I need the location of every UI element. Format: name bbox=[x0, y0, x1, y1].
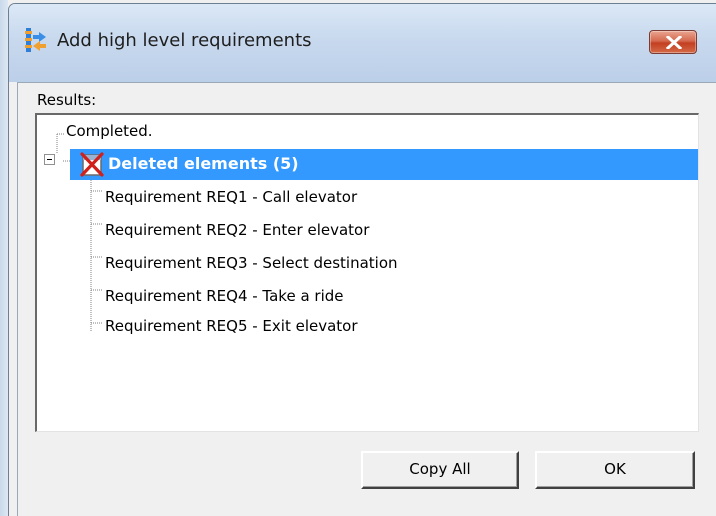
tree-item[interactable]: Requirement REQ4 - Take a ride bbox=[105, 286, 344, 306]
tree-item[interactable]: Requirement REQ1 - Call elevator bbox=[105, 187, 357, 207]
results-label: Results: bbox=[37, 91, 97, 109]
background-window-edge bbox=[0, 0, 8, 516]
ok-button[interactable]: OK bbox=[535, 451, 695, 489]
tree-item[interactable]: Requirement REQ5 - Exit elevator bbox=[105, 316, 358, 336]
tree-item[interactable]: Requirement REQ2 - Enter elevator bbox=[105, 220, 369, 240]
window-title: Add high level requirements bbox=[57, 30, 312, 51]
ok-label: OK bbox=[604, 460, 626, 478]
minus-icon bbox=[47, 159, 52, 160]
tree-group-label: Deleted elements (5) bbox=[108, 154, 299, 173]
app-icon bbox=[24, 27, 48, 53]
deleted-elements-icon bbox=[80, 151, 104, 177]
copy-all-label: Copy All bbox=[409, 460, 471, 478]
copy-all-button[interactable]: Copy All bbox=[361, 451, 519, 489]
tree-root-label[interactable]: Completed. bbox=[66, 121, 153, 141]
close-button[interactable] bbox=[649, 30, 697, 54]
collapse-toggle[interactable] bbox=[44, 154, 55, 165]
tree-item[interactable]: Requirement REQ3 - Select destination bbox=[105, 253, 398, 273]
close-icon bbox=[666, 36, 682, 49]
